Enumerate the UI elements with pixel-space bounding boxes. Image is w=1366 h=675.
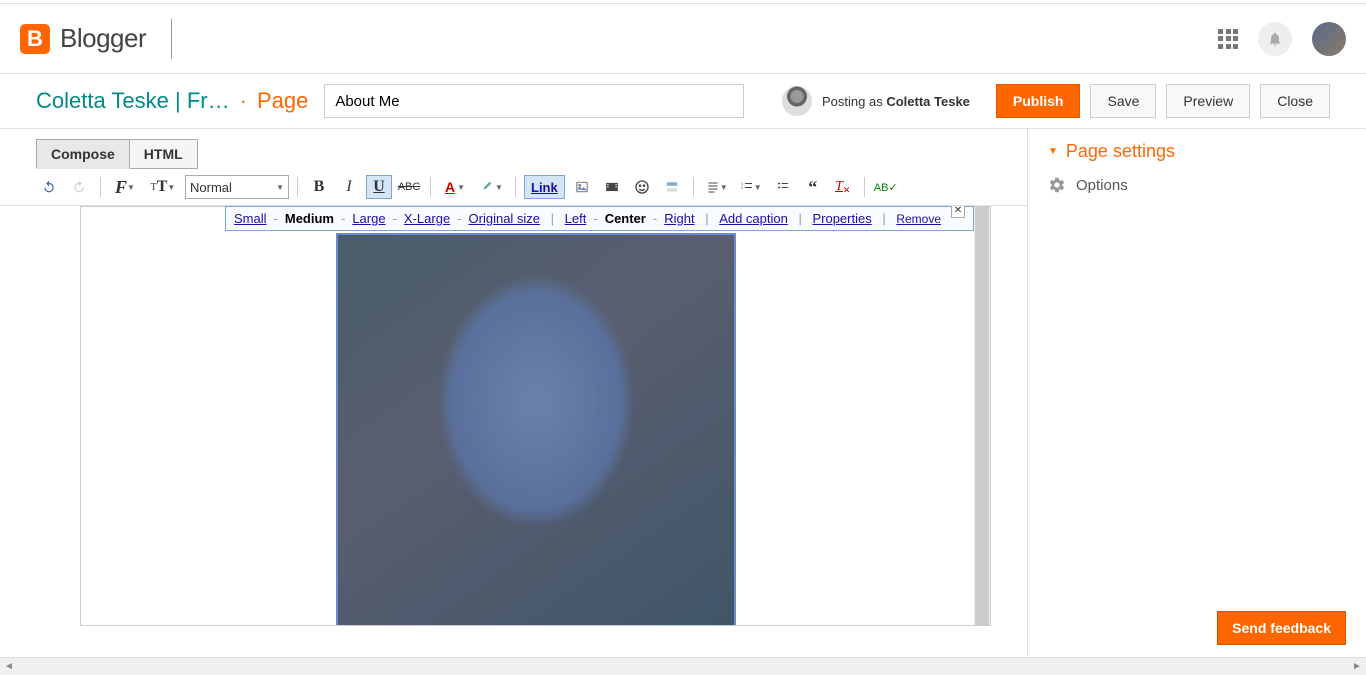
strikethrough-icon[interactable]: ABC [396,175,422,199]
redo-icon[interactable] [66,175,92,199]
quote-icon[interactable]: “ [800,175,826,199]
scroll-left-icon[interactable]: ◄ [0,661,18,672]
options-row[interactable]: Options [1048,176,1346,194]
link-button[interactable]: Link [524,175,565,199]
remove-format-icon[interactable]: T✕ [830,175,856,199]
size-small[interactable]: Small [234,211,267,226]
font-family-icon[interactable]: F▼ [109,175,141,199]
app-name: Blogger [60,23,146,54]
image-options-toolbar: Small- Medium- Large- X-Large- Original … [225,206,974,231]
spellcheck-icon[interactable]: AB✓ [873,175,899,199]
size-original[interactable]: Original size [469,211,541,226]
font-size-icon[interactable]: TT▼ [145,175,181,199]
settings-sidebar: ▼Page settings Options [1028,129,1366,656]
editor-toolbar: F▼ TT▼ Normal▼ B I U ABC A▼ ▼ Link ▼ 12▼… [0,169,1027,206]
text-color-icon[interactable]: A▼ [439,175,471,199]
align-center[interactable]: Center [605,211,646,226]
align-icon[interactable]: ▼ [702,175,732,199]
video-icon[interactable] [599,175,625,199]
bullet-list-icon[interactable] [770,175,796,199]
italic-icon[interactable]: I [336,175,362,199]
blogger-logo-icon: B [20,24,50,54]
undo-icon[interactable] [36,175,62,199]
bold-icon[interactable]: B [306,175,332,199]
underline-icon[interactable]: U [366,175,392,199]
align-left[interactable]: Left [565,211,587,226]
editor-canvas[interactable] [80,206,991,626]
size-large[interactable]: Large [352,211,385,226]
close-button[interactable]: Close [1260,84,1330,118]
image-icon[interactable] [569,175,595,199]
send-feedback-button[interactable]: Send feedback [1217,611,1346,645]
publish-button[interactable]: Publish [996,84,1081,118]
blog-title-link[interactable]: Coletta Teske | Fr… [36,88,230,114]
size-medium[interactable]: Medium [285,211,334,226]
tab-html[interactable]: HTML [130,139,198,169]
posting-avatar-icon [782,86,812,116]
page-title-input[interactable] [324,84,744,118]
jump-break-icon[interactable] [659,175,685,199]
section-label: Page [257,88,308,114]
gear-icon [1048,176,1066,194]
highlight-icon[interactable]: ▼ [475,175,507,199]
align-right[interactable]: Right [664,211,694,226]
inserted-image[interactable] [336,233,736,626]
tab-compose[interactable]: Compose [36,139,130,169]
format-select[interactable]: Normal▼ [185,175,289,199]
page-settings-toggle[interactable]: ▼Page settings [1048,141,1346,162]
remove-link[interactable]: Remove [896,212,941,226]
svg-text:2: 2 [741,185,744,190]
add-caption-link[interactable]: Add caption [719,211,788,226]
app-header: B Blogger [0,4,1366,74]
page-subheader: Coletta Teske | Fr… · Page Posting as Co… [0,74,1366,129]
size-xlarge[interactable]: X-Large [404,211,450,226]
scrollbar-vertical[interactable] [974,207,990,625]
scrollbar-horizontal[interactable]: ◄ ► [0,657,1366,675]
notifications-icon[interactable] [1258,22,1292,56]
scroll-right-icon[interactable]: ► [1348,661,1366,672]
preview-button[interactable]: Preview [1166,84,1250,118]
close-icon[interactable]: ✕ [951,206,965,218]
user-avatar[interactable] [1312,22,1346,56]
editor-tabs: Compose HTML [0,129,1027,169]
properties-link[interactable]: Properties [812,211,871,226]
save-button[interactable]: Save [1090,84,1156,118]
emoji-icon[interactable] [629,175,655,199]
apps-icon[interactable] [1218,29,1238,49]
numbered-list-icon[interactable]: 12▼ [736,175,766,199]
